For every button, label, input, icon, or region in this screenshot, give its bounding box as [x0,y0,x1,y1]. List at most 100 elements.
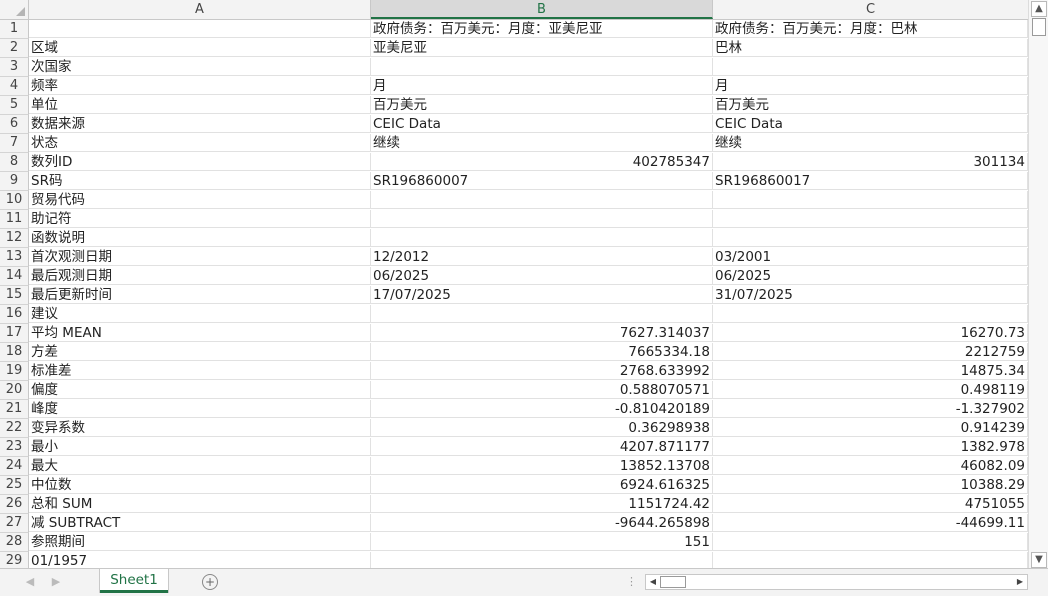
row-header[interactable]: 28 [0,533,29,552]
row-header[interactable]: 26 [0,495,29,514]
cell-b[interactable]: 12/2012 [371,248,713,266]
cell-a[interactable]: 次国家 [29,58,371,76]
vertical-scrollbar[interactable]: ▲ ▼ [1028,0,1048,568]
cell-a[interactable]: 单位 [29,96,371,114]
cell-b[interactable]: -9644.265898 [371,514,713,532]
cell-a[interactable]: 标准差 [29,362,371,380]
cell-c[interactable]: 0.498119 [713,381,1028,399]
next-sheet-icon[interactable]: ▶ [48,573,64,591]
cell-a[interactable]: 建议 [29,305,371,323]
cell-b[interactable]: 百万美元 [371,96,713,114]
cell-a[interactable]: 最小 [29,438,371,456]
cell-c[interactable]: 2212759 [713,343,1028,361]
row-header[interactable]: 19 [0,362,29,381]
cell-b[interactable]: 06/2025 [371,267,713,285]
cell-a[interactable]: 峰度 [29,400,371,418]
cell-c[interactable]: 10388.29 [713,476,1028,494]
cell-c[interactable]: -1.327902 [713,400,1028,418]
cell-c[interactable]: 1382.978 [713,438,1028,456]
cell-a[interactable]: 状态 [29,134,371,152]
horizontal-scrollbar[interactable]: ◀ ▶ [645,574,1028,590]
row-header[interactable]: 21 [0,400,29,419]
cell-b[interactable]: 402785347 [371,153,713,171]
cell-a[interactable]: 数据来源 [29,115,371,133]
cell-b[interactable] [371,191,713,209]
cell-a[interactable]: 频率 [29,77,371,95]
row-header[interactable]: 6 [0,115,29,134]
column-header-c[interactable]: C [713,0,1029,19]
row-header[interactable]: 13 [0,248,29,267]
tab-splitter-icon[interactable]: ⋮ [626,575,637,589]
cell-a[interactable]: SR码 [29,172,371,190]
cell-a[interactable]: 偏度 [29,381,371,399]
cell-b[interactable] [371,229,713,247]
cell-b[interactable] [371,305,713,323]
row-header[interactable]: 11 [0,210,29,229]
cell-c[interactable]: 月 [713,77,1028,95]
cell-a[interactable]: 平均 MEAN [29,324,371,342]
scroll-up-icon[interactable]: ▲ [1031,1,1047,17]
cell-a[interactable]: 贸易代码 [29,191,371,209]
cell-c[interactable] [713,191,1028,209]
cell-a[interactable]: 参照期间 [29,533,371,551]
row-header[interactable]: 8 [0,153,29,172]
cell-a[interactable]: 减 SUBTRACT [29,514,371,532]
row-header[interactable]: 12 [0,229,29,248]
row-header[interactable]: 25 [0,476,29,495]
scroll-down-icon[interactable]: ▼ [1031,552,1047,568]
horizontal-scroll-thumb[interactable] [660,576,686,588]
cell-a[interactable]: 中位数 [29,476,371,494]
cell-a[interactable]: 最后更新时间 [29,286,371,304]
cell-b[interactable]: 4207.871177 [371,438,713,456]
cell-a[interactable]: 方差 [29,343,371,361]
cell-b[interactable]: 7627.314037 [371,324,713,342]
cell-a[interactable]: 首次观测日期 [29,248,371,266]
add-sheet-icon[interactable]: + [202,574,218,590]
cell-c[interactable]: 16270.73 [713,324,1028,342]
cell-c[interactable]: 46082.09 [713,457,1028,475]
cell-a[interactable]: 变异系数 [29,419,371,437]
cell-c[interactable]: 301134 [713,153,1028,171]
cell-c[interactable]: 03/2001 [713,248,1028,266]
column-header-a[interactable]: A [29,0,371,19]
cell-c[interactable] [713,58,1028,76]
cell-c[interactable] [713,210,1028,228]
cell-a[interactable]: 函数说明 [29,229,371,247]
cell-b[interactable] [371,210,713,228]
cell-c[interactable]: CEIC Data [713,115,1028,133]
cell-c[interactable]: 继续 [713,134,1028,152]
cell-c[interactable]: SR196860017 [713,172,1028,190]
cell-c[interactable]: 百万美元 [713,96,1028,114]
cell-b[interactable] [371,552,713,568]
cell-b[interactable]: 继续 [371,134,713,152]
row-header[interactable]: 18 [0,343,29,362]
scroll-right-icon[interactable]: ▶ [1014,576,1026,588]
row-header[interactable]: 14 [0,267,29,286]
cell-c[interactable] [713,229,1028,247]
cell-a[interactable]: 最大 [29,457,371,475]
cell-a[interactable] [29,20,371,38]
cell-c[interactable] [713,305,1028,323]
prev-sheet-icon[interactable]: ◀ [22,573,38,591]
row-header[interactable]: 9 [0,172,29,191]
row-header[interactable]: 10 [0,191,29,210]
cell-b[interactable]: 7665334.18 [371,343,713,361]
scroll-left-icon[interactable]: ◀ [647,576,659,588]
cell-c[interactable] [713,533,1028,551]
cell-a[interactable]: 总和 SUM [29,495,371,513]
row-header[interactable]: 2 [0,39,29,58]
cell-b[interactable]: 0.36298938 [371,419,713,437]
sheet-tab-sheet1[interactable]: Sheet1 [100,569,168,593]
cell-a[interactable]: 区域 [29,39,371,57]
cell-b[interactable]: 政府债务：百万美元：月度：亚美尼亚 [371,20,713,38]
cell-b[interactable]: -0.810420189 [371,400,713,418]
select-all-corner[interactable] [0,0,29,19]
cell-b[interactable]: SR196860007 [371,172,713,190]
cell-c[interactable] [713,552,1028,568]
cell-a[interactable]: 数列ID [29,153,371,171]
cell-b[interactable]: 0.588070571 [371,381,713,399]
cell-c[interactable]: -44699.11 [713,514,1028,532]
cell-a[interactable]: 助记符 [29,210,371,228]
cell-b[interactable]: 1151724.42 [371,495,713,513]
cell-a[interactable]: 最后观测日期 [29,267,371,285]
